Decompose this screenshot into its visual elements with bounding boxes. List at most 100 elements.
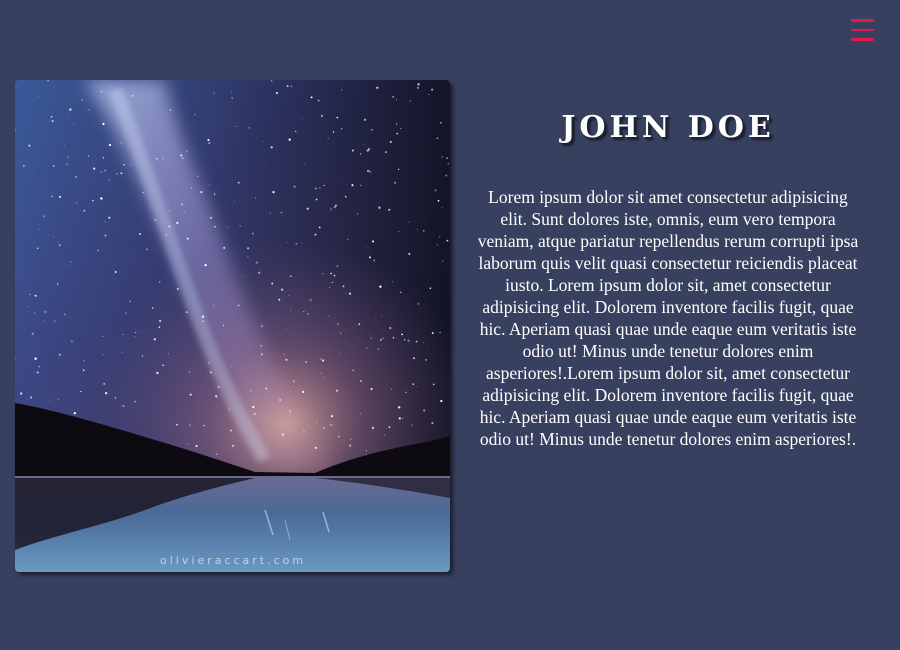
star	[290, 85, 293, 88]
star	[440, 121, 442, 124]
star	[369, 249, 371, 251]
star	[36, 247, 39, 250]
star	[92, 199, 94, 202]
star	[83, 209, 86, 212]
star	[30, 396, 33, 399]
star	[441, 206, 443, 208]
star	[203, 424, 205, 427]
star	[292, 380, 295, 383]
star	[247, 255, 249, 258]
hamburger-menu-button[interactable]	[851, 19, 874, 41]
star	[417, 83, 420, 86]
star	[69, 99, 70, 101]
star	[366, 347, 368, 349]
star	[82, 369, 85, 371]
star	[319, 187, 321, 189]
star	[108, 216, 111, 219]
star	[28, 144, 31, 147]
star	[88, 109, 90, 111]
star	[18, 161, 20, 163]
star	[67, 113, 69, 115]
star	[121, 328, 123, 330]
star	[34, 312, 36, 314]
star	[222, 324, 225, 326]
star	[317, 99, 320, 102]
star	[73, 123, 75, 126]
star	[43, 310, 47, 313]
star	[285, 328, 287, 330]
star	[134, 400, 136, 403]
star	[239, 225, 241, 227]
star	[33, 167, 34, 169]
star	[422, 342, 424, 344]
star	[63, 313, 66, 316]
star	[315, 198, 318, 201]
star	[162, 157, 165, 160]
star	[279, 399, 281, 401]
star	[187, 443, 189, 445]
star	[180, 154, 183, 157]
star	[36, 377, 38, 379]
star	[379, 339, 382, 341]
star	[122, 404, 125, 407]
star	[320, 372, 322, 374]
star	[345, 292, 346, 294]
star	[388, 426, 391, 429]
star	[156, 371, 159, 375]
star	[262, 140, 264, 142]
star	[278, 298, 281, 301]
star	[54, 320, 56, 322]
star	[349, 438, 352, 441]
star	[228, 408, 231, 411]
star	[120, 142, 122, 144]
star	[70, 261, 72, 263]
star	[363, 118, 367, 121]
hamburger-menu-icon	[851, 19, 874, 22]
star	[258, 271, 261, 274]
star	[314, 187, 317, 190]
star	[270, 146, 273, 149]
star	[123, 163, 126, 166]
star	[250, 390, 252, 392]
star	[175, 199, 177, 201]
star	[431, 88, 434, 91]
star	[315, 430, 317, 432]
star	[214, 225, 216, 228]
star	[100, 90, 102, 93]
star	[328, 315, 330, 318]
star	[426, 345, 428, 347]
star	[38, 365, 40, 368]
star	[304, 360, 308, 364]
star	[253, 412, 256, 416]
star	[53, 236, 55, 237]
star	[108, 179, 110, 181]
star	[422, 229, 425, 232]
star	[384, 151, 387, 154]
star	[77, 297, 79, 298]
star	[213, 92, 216, 94]
star	[290, 310, 292, 311]
star	[175, 423, 178, 426]
star	[201, 315, 205, 318]
star	[283, 353, 285, 355]
menu-icon-bar	[851, 28, 874, 31]
star	[209, 216, 212, 219]
star	[102, 91, 104, 93]
star	[159, 319, 162, 322]
star	[102, 157, 105, 159]
star	[251, 232, 254, 235]
star	[114, 397, 117, 399]
star	[373, 259, 376, 262]
star	[130, 164, 132, 166]
star	[183, 211, 185, 213]
star	[156, 157, 158, 160]
star	[184, 153, 186, 155]
star	[332, 131, 335, 133]
star	[23, 165, 25, 167]
star	[207, 138, 210, 142]
star	[194, 199, 196, 200]
star	[440, 400, 441, 402]
star	[252, 405, 255, 409]
star	[260, 325, 264, 328]
star	[339, 332, 342, 335]
